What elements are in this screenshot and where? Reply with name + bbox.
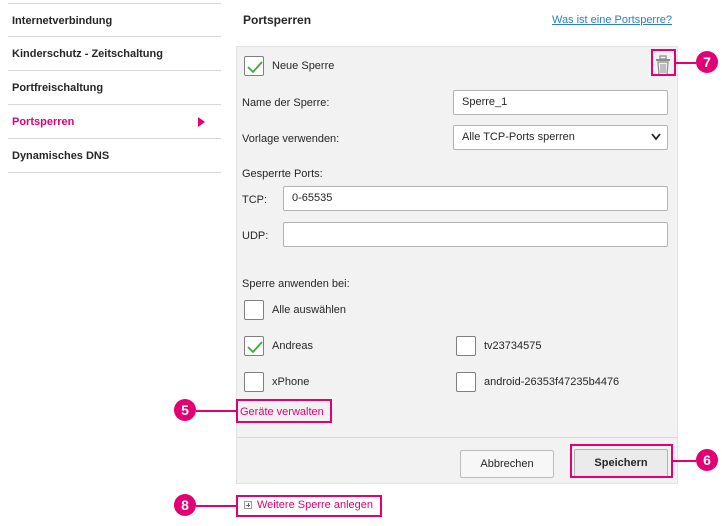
highlight-box [236, 399, 332, 423]
blocked-ports-label: Gesperrte Ports: [242, 168, 323, 180]
callout-marker-8: 8 [174, 494, 196, 516]
active-arrow-icon [198, 117, 205, 127]
device-checkbox-android[interactable] [456, 372, 476, 392]
chevron-down-icon [651, 133, 661, 141]
sidebar-item-internetverbindung[interactable]: Internetverbindung [8, 3, 221, 37]
select-all-checkbox[interactable] [244, 300, 264, 320]
apply-label: Sperre anwenden bei: [242, 278, 350, 290]
device-label: android-26353f47235b4476 [484, 376, 620, 388]
sidebar-item-label: Dynamisches DNS [12, 150, 110, 162]
template-select[interactable]: Alle TCP-Ports sperren [453, 125, 668, 150]
device-checkbox-andreas[interactable] [244, 336, 264, 356]
marker-line [676, 62, 696, 64]
template-select-value: Alle TCP-Ports sperren [462, 131, 575, 143]
sidebar-item-label: Kinderschutz - Zeitschaltung [12, 48, 163, 60]
highlight-box [651, 49, 676, 76]
callout-marker-6: 6 [696, 449, 718, 471]
new-rule-label: Neue Sperre [272, 60, 335, 72]
page-title: Portsperren [243, 13, 312, 27]
callout-marker-5: 5 [174, 399, 196, 421]
sidebar-item-dynamisches-dns[interactable]: Dynamisches DNS [8, 139, 221, 173]
template-label: Vorlage verwenden: [242, 133, 340, 145]
callout-marker-7: 7 [696, 51, 718, 73]
new-rule-checkbox[interactable] [244, 56, 264, 76]
device-label: tv23734575 [484, 340, 542, 352]
checkmark-icon [247, 341, 263, 354]
device-checkbox-tv[interactable] [456, 336, 476, 356]
sidebar-item-portfreischaltung[interactable]: Portfreischaltung [8, 71, 221, 105]
tcp-label: TCP: [242, 194, 268, 206]
tcp-ports-input[interactable]: 0-65535 [283, 186, 668, 211]
marker-line [673, 460, 696, 462]
checkmark-icon [247, 61, 263, 74]
rule-name-label: Name der Sperre: [242, 97, 330, 109]
rule-name-input[interactable]: Sperre_1 [453, 90, 668, 115]
highlight-box [570, 444, 673, 478]
udp-label: UDP: [242, 230, 269, 242]
device-checkbox-xphone[interactable] [244, 372, 264, 392]
sidebar-item-label: Internetverbindung [12, 15, 113, 27]
sidebar-item-label: Portfreischaltung [12, 82, 104, 94]
sidebar-item-portsperren[interactable]: Portsperren [8, 105, 221, 139]
select-all-label: Alle auswählen [272, 304, 346, 316]
divider [237, 437, 677, 438]
help-link[interactable]: Was ist eine Portsperre? [552, 14, 672, 26]
device-label: Andreas [272, 340, 313, 352]
cancel-button[interactable]: Abbrechen [460, 450, 554, 478]
sidebar-nav: Internetverbindung Kinderschutz - Zeitsc… [8, 3, 221, 173]
highlight-box [236, 495, 382, 517]
device-label: xPhone [272, 376, 310, 388]
sidebar-item-kinderschutz[interactable]: Kinderschutz - Zeitschaltung [8, 37, 221, 71]
marker-line [196, 410, 236, 412]
udp-ports-input[interactable] [283, 222, 668, 247]
marker-line [196, 505, 236, 507]
sidebar-item-label: Portsperren [12, 116, 75, 128]
